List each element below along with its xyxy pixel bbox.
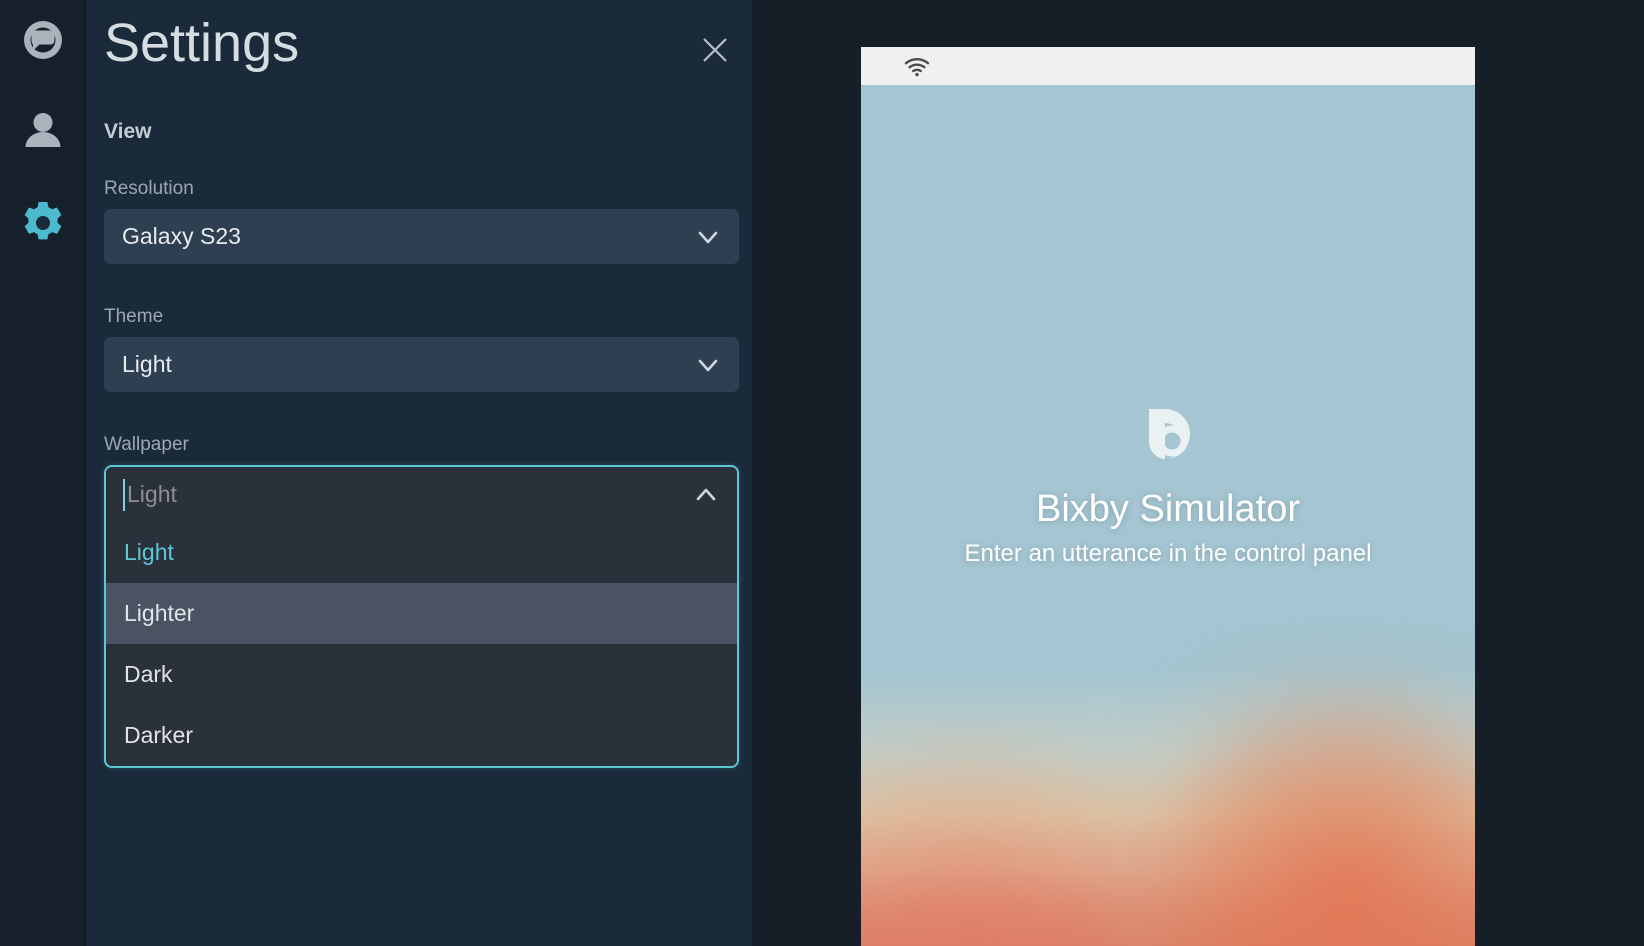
gear-icon (20, 200, 66, 246)
simulator-title: Bixby Simulator (1036, 487, 1300, 530)
chevron-down-icon[interactable] (695, 352, 721, 378)
bixby-logo-icon (1137, 403, 1199, 465)
device-screen: Bixby Simulator Enter an utterance in th… (861, 85, 1475, 946)
simulator-subtitle: Enter an utterance in the control panel (964, 540, 1372, 568)
resolution-label: Resolution (104, 178, 194, 199)
settings-header: Settings (86, 0, 753, 110)
field-wallpaper: Wallpaper Light Light Lighter Dark Darke… (104, 434, 739, 768)
wallpaper-option[interactable]: Darker (106, 705, 737, 766)
resolution-value: Galaxy S23 (122, 223, 241, 249)
wallpaper-option[interactable]: Light (106, 522, 737, 583)
wallpaper-input[interactable]: Light (106, 467, 737, 522)
theme-value: Light (122, 351, 172, 377)
text-caret (123, 479, 125, 511)
rail-item-settings[interactable] (0, 193, 86, 253)
chat-bubble-icon (21, 18, 65, 62)
rail-item-conversation[interactable] (0, 10, 86, 70)
rail-item-profile[interactable] (0, 100, 86, 160)
settings-panel: Settings View Resolution Galaxy S23 Them… (86, 0, 753, 946)
field-theme: Theme Light (104, 306, 739, 392)
wallpaper-combobox[interactable]: Light Light Lighter Dark Darker (104, 465, 739, 768)
device-simulator: Bixby Simulator Enter an utterance in th… (861, 47, 1475, 946)
device-status-bar (861, 47, 1475, 85)
wallpaper-label: Wallpaper (104, 434, 189, 455)
close-icon (700, 35, 730, 65)
user-icon (22, 109, 64, 151)
wallpaper-option[interactable]: Dark (106, 644, 737, 705)
wifi-icon (904, 57, 930, 77)
theme-label: Theme (104, 306, 164, 327)
field-resolution: Resolution Galaxy S23 (104, 178, 739, 264)
theme-select[interactable]: Light (104, 337, 739, 392)
section-heading-view: View (104, 120, 152, 143)
close-settings-button[interactable] (695, 30, 735, 70)
chevron-down-icon[interactable] (695, 224, 721, 250)
page-title: Settings (104, 13, 300, 73)
left-nav-rail (0, 0, 86, 946)
resolution-select[interactable]: Galaxy S23 (104, 209, 739, 264)
app-root: Settings View Resolution Galaxy S23 Them… (0, 0, 1644, 946)
wallpaper-placeholder: Light (127, 481, 177, 507)
chevron-up-icon[interactable] (693, 482, 719, 508)
simulator-hero: Bixby Simulator Enter an utterance in th… (861, 85, 1475, 946)
wallpaper-option[interactable]: Lighter (106, 583, 737, 644)
